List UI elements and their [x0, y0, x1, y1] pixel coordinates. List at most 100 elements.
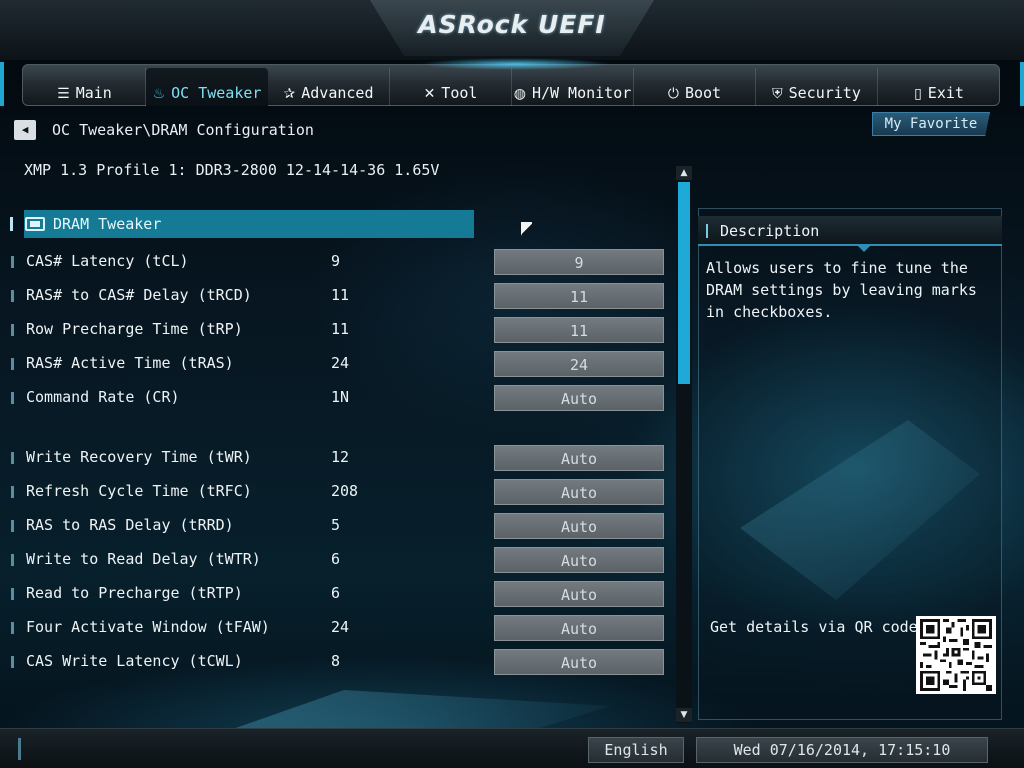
tools-icon: ✕ [423, 86, 436, 102]
row-marker [11, 486, 14, 498]
tab-label: H/W Monitor [531, 84, 632, 102]
setting-value-field[interactable]: Auto [494, 649, 664, 675]
setting-label: CAS# Latency (tCL) [26, 252, 189, 270]
setting-row-trrd[interactable]: RAS to RAS Delay (tRRD) 5 Auto [0, 513, 670, 539]
tab-security[interactable]: ⛨ Security [756, 68, 878, 106]
setting-label: RAS# Active Time (tRAS) [26, 354, 234, 372]
tab-label: Boot [684, 84, 722, 102]
tab-exit[interactable]: ▯ Exit [878, 68, 1000, 106]
qr-code-image [920, 619, 992, 691]
setting-current-value: 24 [331, 354, 350, 372]
setting-current-value: 11 [331, 320, 350, 338]
setting-value-field[interactable]: Auto [494, 445, 664, 471]
background-shard [230, 690, 610, 730]
setting-value-field[interactable]: 11 [494, 283, 664, 309]
tab-label: Exit [927, 84, 964, 102]
scrollbar-thumb[interactable] [678, 182, 690, 384]
setting-current-value: 9 [331, 252, 341, 270]
my-favorite-button[interactable]: My Favorite [872, 112, 990, 136]
setting-current-value: 6 [331, 550, 341, 568]
star-icon: ✰ [283, 86, 296, 102]
setting-value-field[interactable]: 11 [494, 317, 664, 343]
monitor-icon: ◍ [513, 86, 526, 102]
scroll-down-button[interactable]: ▼ [676, 708, 692, 722]
row-marker [11, 520, 14, 532]
description-notch [858, 246, 870, 252]
tab-hw-monitor[interactable]: ◍ H/W Monitor [512, 68, 634, 106]
setting-current-value: 1N [331, 388, 350, 406]
setting-row-tcwl[interactable]: CAS Write Latency (tCWL) 8 Auto [0, 649, 670, 675]
setting-value-field[interactable]: Auto [494, 479, 664, 505]
setting-row-trp[interactable]: Row Precharge Time (tRP) 11 11 [0, 317, 670, 343]
setting-value-field[interactable]: Auto [494, 615, 664, 641]
tab-main[interactable]: ☰ Main [24, 68, 146, 106]
tab-label: Security [788, 84, 861, 102]
description-header-marker [706, 224, 708, 238]
power-icon: ⏻ [667, 86, 679, 102]
row-marker [11, 554, 14, 566]
row-marker [11, 656, 14, 668]
setting-label: Write Recovery Time (tWR) [26, 448, 252, 466]
setting-row-twr[interactable]: Write Recovery Time (tWR) 12 Auto [0, 445, 670, 471]
setting-row-trtp[interactable]: Read to Precharge (tRTP) 6 Auto [0, 581, 670, 607]
setting-current-value: 24 [331, 618, 350, 636]
setting-current-value: 12 [331, 448, 350, 466]
tab-boot[interactable]: ⏻ Boot [634, 68, 756, 106]
setting-row-tcl[interactable]: CAS# Latency (tCL) 9 9 [0, 249, 670, 275]
language-button[interactable]: English [588, 737, 684, 763]
row-marker [11, 588, 14, 600]
setting-value-field[interactable]: Auto [494, 581, 664, 607]
setting-row-cr[interactable]: Command Rate (CR) 1N Auto [0, 385, 670, 411]
tab-advanced[interactable]: ✰ Advanced [268, 68, 390, 106]
tab-label: OC Tweaker [171, 84, 262, 102]
shield-icon: ⛨ [772, 86, 783, 102]
setting-current-value: 11 [331, 286, 350, 304]
tab-label: Tool [441, 84, 478, 102]
qr-code [916, 616, 996, 694]
asrock-uefi-logo: ASRock UEFI [418, 10, 606, 39]
setting-value-field[interactable]: Auto [494, 547, 664, 573]
setting-value-field[interactable]: Auto [494, 513, 664, 539]
qr-code-label: Get details via QR code [710, 618, 918, 636]
setting-row-trcd[interactable]: RAS# to CAS# Delay (tRCD) 11 11 [0, 283, 670, 309]
row-marker [11, 392, 14, 404]
scroll-up-button[interactable]: ▲ [676, 166, 692, 180]
right-edge-marker [1020, 62, 1024, 106]
setting-row-tras[interactable]: RAS# Active Time (tRAS) 24 24 [0, 351, 670, 377]
mouse-pointer-icon [521, 222, 532, 237]
setting-label: Refresh Cycle Time (tRFC) [26, 482, 252, 500]
setting-row-tfaw[interactable]: Four Activate Window (tFAW) 24 Auto [0, 615, 670, 641]
setting-label: RAS# to CAS# Delay (tRCD) [26, 286, 252, 304]
setting-label: Row Precharge Time (tRP) [26, 320, 243, 338]
back-button[interactable]: ◀ [14, 120, 36, 140]
tab-oc-tweaker[interactable]: ♨ OC Tweaker [146, 68, 268, 106]
setting-row-trfc[interactable]: Refresh Cycle Time (tRFC) 208 Auto [0, 479, 670, 505]
setting-value-field[interactable]: 9 [494, 249, 664, 275]
description-title: Description [720, 222, 820, 240]
row-marker [11, 290, 14, 302]
setting-current-value: 208 [331, 482, 359, 500]
row-marker [11, 622, 14, 634]
description-header: Description [698, 216, 1002, 246]
memory-icon [25, 217, 45, 231]
dram-tweaker-section[interactable]: DRAM Tweaker [10, 210, 474, 238]
tab-tool[interactable]: ✕ Tool [390, 68, 512, 106]
row-marker [11, 256, 14, 268]
chevron-up-icon: ▲ [680, 168, 688, 178]
description-text: Allows users to fine tune the DRAM setti… [706, 259, 977, 321]
section-marker [10, 217, 13, 231]
setting-value-field[interactable]: Auto [494, 385, 664, 411]
setting-current-value: 6 [331, 584, 341, 602]
setting-label: RAS to RAS Delay (tRRD) [26, 516, 234, 534]
date-time-display: Wed 07/16/2014, 17:15:10 [696, 737, 988, 763]
chevron-down-icon: ▼ [680, 710, 688, 720]
footer-marker [18, 738, 21, 760]
setting-label: CAS Write Latency (tCWL) [26, 652, 243, 670]
setting-value-field[interactable]: 24 [494, 351, 664, 377]
setting-current-value: 5 [331, 516, 341, 534]
tab-label: Advanced [301, 84, 374, 102]
list-icon: ☰ [57, 86, 70, 102]
xmp-profile-info: XMP 1.3 Profile 1: DDR3-2800 12-14-14-36… [24, 161, 440, 179]
setting-current-value: 8 [331, 652, 341, 670]
setting-row-twtr[interactable]: Write to Read Delay (tWTR) 6 Auto [0, 547, 670, 573]
